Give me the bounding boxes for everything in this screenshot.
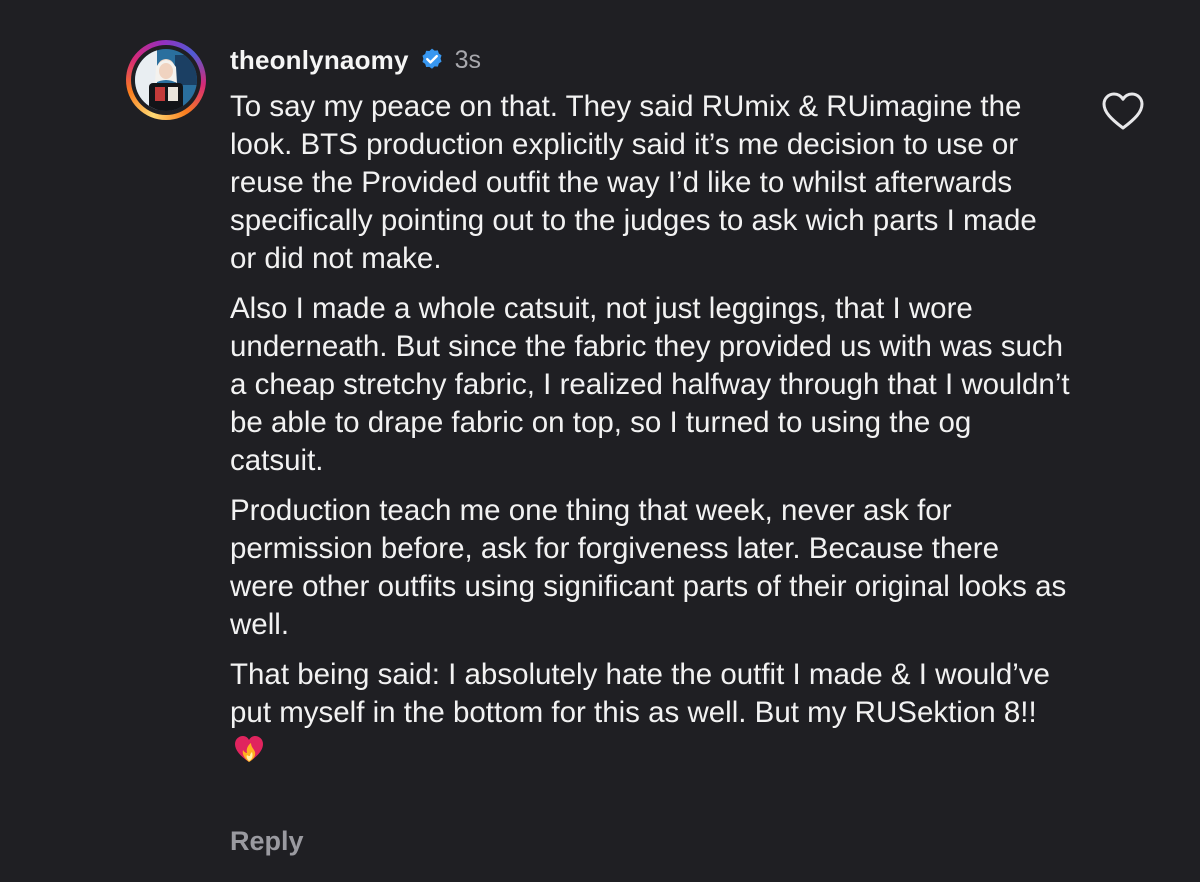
comment-paragraph-last: That being said: I absolutely hate the o… — [230, 656, 1070, 776]
comment-paragraph: Also I made a whole catsuit, not just le… — [230, 292, 1070, 477]
comment-card: theonlynaomy 3s To say my peace on that.… — [0, 0, 1200, 882]
reply-button[interactable]: Reply — [230, 826, 304, 857]
comment-paragraph: To say my peace on that. They said RUmix… — [230, 90, 1037, 275]
verified-badge-icon — [419, 47, 445, 73]
like-button[interactable] — [1100, 90, 1146, 132]
comment-header: theonlynaomy 3s — [230, 40, 481, 80]
avatar[interactable] — [135, 49, 197, 111]
comment-timestamp: 3s — [454, 45, 482, 74]
comment-body: To say my peace on that. They said RUmix… — [230, 88, 1070, 788]
comment-paragraph-text: That being said: I absolutely hate the o… — [230, 658, 1050, 729]
username-link[interactable]: theonlynaomy — [230, 45, 409, 76]
avatar-image — [135, 49, 197, 111]
avatar-ring-gap — [131, 45, 201, 115]
comment-paragraph: Production teach me one thing that week,… — [230, 494, 1067, 641]
avatar-story-ring[interactable] — [126, 40, 206, 120]
heart-outline-icon — [1102, 92, 1144, 130]
heart-on-fire-emoji — [232, 732, 266, 776]
